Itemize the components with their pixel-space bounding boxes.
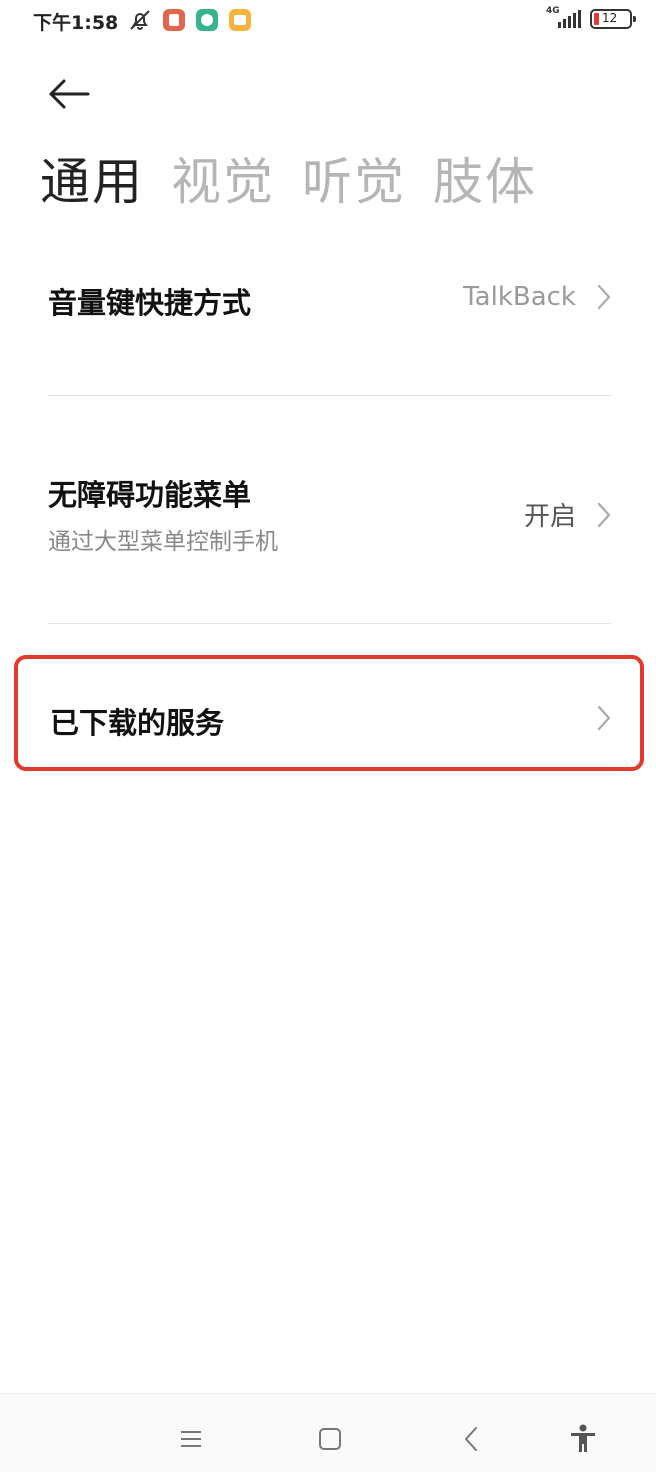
volume-key-shortcut-item[interactable]: 音量键快捷方式 TalkBack [48, 280, 612, 324]
tab-general[interactable]: 通用 [40, 155, 144, 210]
accessibility-icon [571, 1424, 595, 1452]
divider [48, 623, 612, 624]
home-button[interactable] [315, 1424, 345, 1454]
signal-icon: 4G [546, 6, 584, 30]
back-icon [465, 1427, 477, 1451]
menu-button[interactable] [176, 1424, 206, 1454]
status-right: 4G 12 [546, 6, 636, 30]
status-bar: 下午1:58 4G 12 [0, 0, 656, 40]
app-yellow-icon [229, 9, 251, 31]
navigation-bar [0, 1393, 656, 1472]
tab-vision[interactable]: 视觉 [171, 155, 275, 210]
home-icon [319, 1428, 341, 1450]
downloaded-services-item[interactable]: 已下载的服务 [50, 700, 612, 744]
menu-icon [181, 1431, 201, 1447]
chevron-right-icon [597, 502, 611, 527]
back-arrow-icon [49, 79, 90, 109]
accessibility-menu-item[interactable]: 无障碍功能菜单 通过大型菜单控制手机 开启 [48, 472, 612, 555]
item-title: 已下载的服务 [50, 706, 225, 740]
nav-back-button[interactable] [456, 1424, 486, 1454]
accessibility-button[interactable] [568, 1424, 598, 1454]
back-button[interactable] [46, 75, 94, 115]
mute-icon [130, 10, 150, 30]
chevron-right-icon [597, 284, 611, 310]
tab-physical[interactable]: 肢体 [433, 155, 537, 210]
battery-level: 12 [602, 11, 618, 25]
divider [48, 395, 612, 396]
status-icons [128, 8, 251, 32]
battery-icon: 12 [590, 9, 636, 29]
app-green-icon [196, 9, 218, 31]
chevron-right-icon [597, 705, 611, 731]
status-time: 下午1:58 [33, 12, 119, 34]
category-tabs: 通用 视觉 听觉 肢体 [40, 155, 564, 210]
item-value: 开启 [523, 502, 576, 532]
tab-hearing[interactable]: 听觉 [302, 155, 406, 210]
item-value: TalkBack [463, 282, 576, 312]
app-red-icon [163, 9, 185, 31]
